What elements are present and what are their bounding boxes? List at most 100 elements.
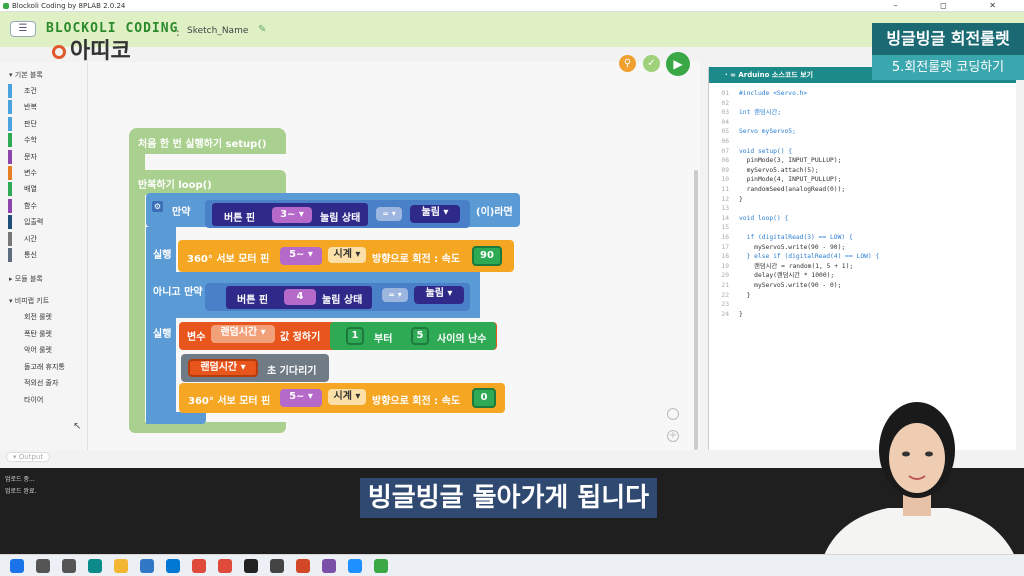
category-3[interactable]: 수학: [0, 132, 88, 148]
category-0[interactable]: 조건: [0, 83, 88, 99]
search-icon[interactable]: ⚲: [619, 55, 636, 72]
basic-blocks-header[interactable]: ▾ 기본 블록: [9, 70, 43, 80]
chrome-icon[interactable]: [218, 559, 232, 573]
sketch-name[interactable]: Sketch_Name: [187, 26, 248, 36]
edge-icon[interactable]: [88, 559, 102, 573]
code-line: 11 randomSeed(analogRead(0));: [709, 185, 845, 195]
kit-item[interactable]: 적외선 줄자: [24, 378, 58, 388]
category-1[interactable]: 반복: [0, 99, 88, 115]
chrome-icon[interactable]: [192, 559, 206, 573]
category-color-bar: [8, 248, 12, 262]
toolbar: ☰ BLOCKOLI CODING : Sketch_Name ✎: [0, 12, 1024, 47]
windows-icon[interactable]: [10, 559, 24, 573]
powerpoint-icon[interactable]: [296, 559, 310, 573]
category-label: 판단: [24, 119, 37, 128]
output-line-2: 업로드 완료.: [5, 488, 37, 495]
speed-value-1[interactable]: 90: [472, 246, 502, 266]
category-color-bar: [8, 182, 12, 197]
workspace-scrollbar[interactable]: [694, 170, 698, 450]
search-icon[interactable]: [36, 559, 50, 573]
sketch-separator: :: [176, 26, 180, 39]
category-6[interactable]: 배열: [0, 181, 88, 197]
code-line: 07 void setup() {: [709, 147, 792, 157]
check-icon[interactable]: ✓: [643, 55, 660, 72]
target-icon[interactable]: [667, 408, 679, 420]
line-number: 07: [721, 147, 729, 155]
mail-icon[interactable]: [140, 559, 154, 573]
play-icon[interactable]: ▶: [666, 52, 690, 76]
category-10[interactable]: 통신: [0, 247, 88, 263]
kit-item[interactable]: 돌고래 휴지통: [24, 362, 65, 372]
category-5[interactable]: 변수: [0, 165, 88, 181]
window-title: Blockoli Coding by 8PLAB 2.0.24: [12, 2, 126, 10]
kit-item[interactable]: 폭탄 룰렛: [24, 329, 52, 339]
code-text: Servo myServo5;: [739, 128, 796, 136]
window-titlebar: Blockoli Coding by 8PLAB 2.0.24 – ◻ ✕: [0, 0, 1024, 12]
topic-overlay: 빙글빙글 회전룰렛 5.회전룰렛 코딩하기: [872, 23, 1024, 80]
store-icon[interactable]: [166, 559, 180, 573]
mouse-cursor: ↖: [73, 421, 82, 432]
direction-dropdown-1[interactable]: 시계 ▾: [328, 247, 366, 263]
servo-pin-dropdown-1[interactable]: 5~ ▾: [280, 247, 322, 265]
if-label: 만약: [172, 207, 191, 218]
pin-dropdown[interactable]: 3~ ▾: [272, 207, 312, 223]
output-tab[interactable]: ▾ Output: [6, 452, 51, 462]
random-to[interactable]: 5: [411, 327, 429, 345]
code-line: 01 #include <Servo.h>: [709, 89, 807, 99]
wait-var[interactable]: 랜덤시간 ▾: [188, 359, 258, 377]
paint-icon[interactable]: [322, 559, 336, 573]
kit-item[interactable]: 악어 룰렛: [24, 345, 52, 355]
pressed-dropdown-2[interactable]: 눌림 ▾: [414, 286, 464, 304]
category-7[interactable]: 함수: [0, 198, 88, 214]
speed-value-2[interactable]: 0: [472, 388, 496, 408]
category-color-bar: [8, 100, 12, 115]
direction-dropdown-2[interactable]: 시계 ▾: [328, 389, 366, 405]
rotate-speed-label-1: 방향으로 회전 : 속도: [372, 254, 461, 265]
code-text: void loop() {: [739, 214, 789, 222]
eye-icon: [52, 45, 66, 59]
button-pin-label-2: 버튼 핀: [237, 295, 269, 306]
code-line: 08 pinMode(3, INPUT_PULLUP);: [709, 156, 841, 166]
kit-item[interactable]: 회전 룰렛: [24, 312, 52, 322]
app-icon[interactable]: [244, 559, 258, 573]
category-4[interactable]: 문자: [0, 149, 88, 165]
category-color-bar: [8, 149, 12, 164]
module-blocks-header[interactable]: ▸ 모듈 블록: [9, 274, 43, 284]
category-2[interactable]: 판단: [0, 116, 88, 132]
output-line-1: 업로드 중...: [5, 476, 35, 483]
pressed-dropdown[interactable]: 눌림 ▾: [410, 205, 460, 223]
kit-item[interactable]: 타이어: [24, 395, 43, 405]
zoom-in-icon[interactable]: +: [667, 430, 679, 442]
code-text: int 랜덤시간;: [739, 109, 782, 117]
line-number: 19: [721, 262, 729, 270]
line-number: 23: [721, 301, 729, 309]
settings-icon[interactable]: [270, 559, 284, 573]
pin-value-2[interactable]: 4: [284, 289, 316, 305]
code-text: delay(랜덤시간 * 1000);: [739, 272, 835, 280]
code-text: pinMode(3, INPUT_PULLUP);: [739, 157, 842, 165]
blockoli-icon[interactable]: [374, 559, 388, 573]
category-8[interactable]: 입출력: [0, 214, 88, 230]
menu-button[interactable]: ☰: [10, 21, 36, 37]
line-number: 24: [721, 310, 729, 318]
var-dropdown[interactable]: 랜덤시간 ▾: [211, 325, 275, 343]
kit-header[interactable]: ▾ 비피랩 키트: [9, 296, 49, 306]
category-9[interactable]: 시간: [0, 231, 88, 247]
code-line: 03 int 랜덤시간;: [709, 108, 781, 118]
line-number: 20: [721, 272, 729, 280]
pencil-icon[interactable]: ✎: [258, 24, 266, 35]
operator-dropdown-2[interactable]: = ▾: [382, 288, 408, 302]
line-number: 13: [721, 205, 729, 213]
random-from[interactable]: 1: [346, 327, 364, 345]
window-controls[interactable]: – ◻ ✕: [894, 0, 1016, 12]
gear-icon[interactable]: ⚙: [152, 201, 163, 212]
loop-block-arm: [129, 195, 145, 425]
folder-icon[interactable]: [114, 559, 128, 573]
operator-dropdown[interactable]: = ▾: [376, 207, 402, 221]
category-label: 함수: [24, 201, 37, 210]
line-number: 22: [721, 291, 729, 299]
if-block-foot: [146, 412, 206, 424]
media-icon[interactable]: [348, 559, 362, 573]
servo-pin-dropdown-2[interactable]: 5~ ▾: [280, 389, 322, 407]
taskview-icon[interactable]: [62, 559, 76, 573]
